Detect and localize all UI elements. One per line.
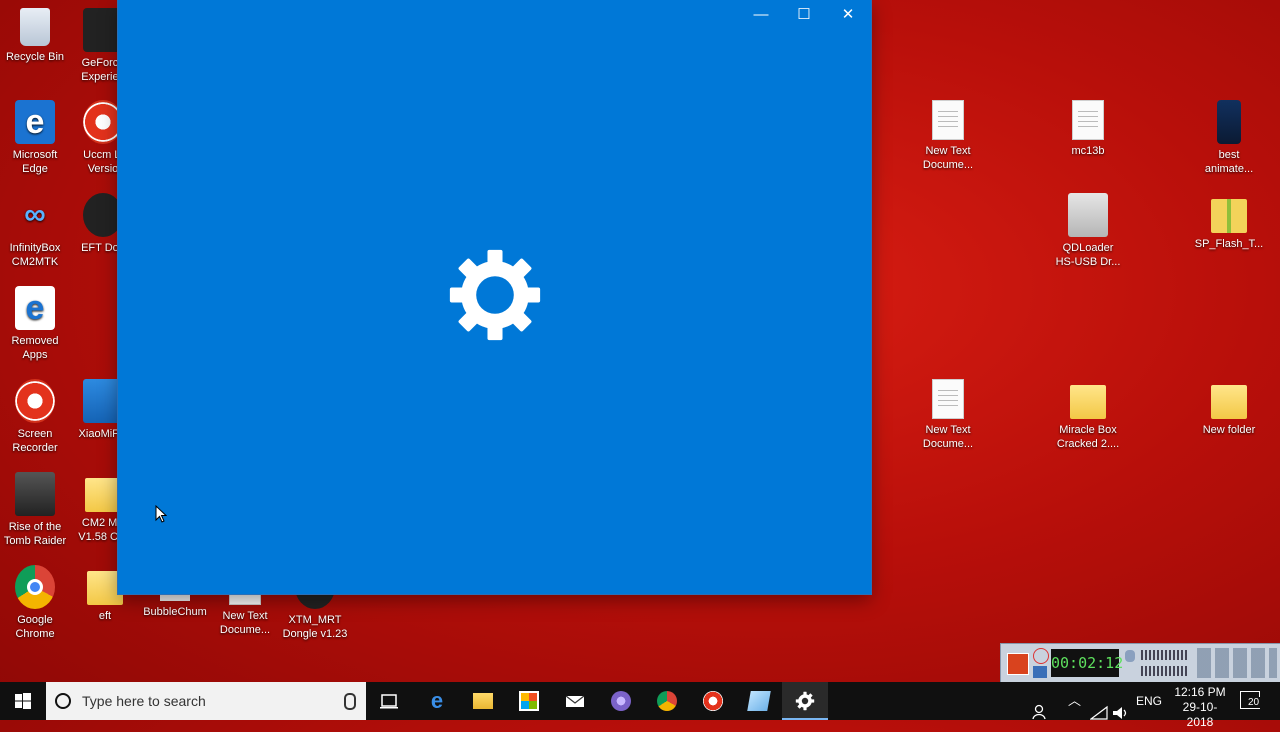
- recorder-icon: [703, 691, 723, 711]
- volume-icon[interactable]: [1112, 694, 1130, 732]
- windows-logo-icon: [15, 693, 31, 709]
- phone-image-icon: [1217, 100, 1241, 144]
- search-placeholder: Type here to search: [82, 693, 206, 709]
- task-view-button[interactable]: [366, 682, 412, 720]
- folder-icon: [1211, 385, 1247, 419]
- microphone-icon[interactable]: [344, 693, 356, 710]
- chrome-icon: [15, 565, 55, 609]
- taskbar-chrome[interactable]: [644, 682, 690, 720]
- desktop-icon-removed-apps[interactable]: e Removed Apps: [0, 286, 70, 362]
- text-document-icon: [932, 100, 964, 140]
- folder-icon: [1070, 385, 1106, 419]
- desktop-icon-best-animate[interactable]: best animate...: [1194, 100, 1264, 176]
- xiaomi-flash-icon: [83, 379, 123, 423]
- microphone-level-icon: [1125, 650, 1135, 662]
- infinitybox-icon: ∞: [24, 198, 46, 231]
- text-document-icon: [1072, 100, 1104, 140]
- taskbar-screen-recorder[interactable]: [690, 682, 736, 720]
- torrent-icon: [611, 691, 631, 711]
- clock[interactable]: 12:16 PM 29-10-2018: [1170, 685, 1230, 730]
- task-view-icon: [380, 694, 398, 709]
- edge-shortcut-icon: e: [15, 286, 55, 330]
- notepad-icon: [747, 691, 771, 711]
- taskbar-torrent[interactable]: [598, 682, 644, 720]
- chrome-icon: [657, 691, 677, 711]
- desktop-icon-recycle-bin[interactable]: Recycle Bin: [0, 8, 70, 64]
- desktop-icon-new-folder[interactable]: New folder: [1194, 379, 1264, 437]
- recorder-icon: [15, 379, 55, 423]
- minimize-button[interactable]: —: [739, 0, 783, 30]
- people-icon[interactable]: [1032, 693, 1050, 731]
- setup-icon: [1068, 193, 1108, 237]
- stop-recording-button[interactable]: [1007, 653, 1029, 675]
- taskbar: Type here to search e ︿ ENG 12:16 PM 29-…: [0, 682, 1280, 729]
- eft-dongle-icon: [83, 193, 123, 237]
- clock-time: 12:16 PM: [1174, 685, 1226, 699]
- taskbar-search-box[interactable]: Type here to search: [46, 682, 366, 720]
- chevron-up-icon[interactable]: ︿: [1068, 682, 1081, 720]
- recording-time: 00:02:12: [1051, 649, 1123, 677]
- uccm-icon: [83, 100, 123, 144]
- desktop-icon-microsoft-edge[interactable]: e Microsoft Edge: [0, 100, 70, 176]
- edge-icon: e: [430, 688, 444, 713]
- mouse-cursor-icon: [155, 505, 167, 523]
- folder-icon: [85, 478, 121, 512]
- edge-icon: e: [15, 100, 55, 144]
- desktop-icon-mc13b[interactable]: mc13b: [1053, 100, 1123, 158]
- audio-level-meter: [1141, 666, 1189, 676]
- desktop-icon-infinitybox[interactable]: ∞ InfinityBox CM2MTK: [0, 193, 70, 269]
- store-icon: [519, 691, 539, 711]
- start-button[interactable]: [0, 682, 46, 720]
- recycle-bin-icon: [20, 8, 50, 46]
- gear-icon: [449, 249, 541, 341]
- mail-icon: [565, 695, 585, 707]
- timer-icon: [1033, 648, 1049, 664]
- network-icon[interactable]: [1090, 694, 1108, 732]
- taskbar-edge[interactable]: e: [414, 682, 460, 720]
- desktop-icon-miracle-box[interactable]: Miracle Box Cracked 2....: [1053, 379, 1123, 451]
- text-document-icon: [932, 379, 964, 419]
- taskbar-settings[interactable]: [782, 682, 828, 720]
- cortana-icon: [55, 693, 71, 709]
- desktop-icon-tomb-raider[interactable]: Rise of the Tomb Raider: [0, 472, 70, 548]
- taskbar-mail[interactable]: [552, 682, 598, 720]
- clock-date: 29-10-2018: [1182, 700, 1218, 729]
- desktop-icon-qdloader[interactable]: QDLoader HS-USB Dr...: [1053, 193, 1123, 269]
- desktop-icon-sp-flash[interactable]: SP_Flash_T...: [1194, 193, 1264, 251]
- pause-button[interactable]: [1033, 666, 1047, 678]
- file-explorer-icon: [473, 693, 493, 709]
- taskbar-notepad[interactable]: [736, 682, 782, 720]
- desktop-icon-new-text-doc-1[interactable]: New Text Docume...: [913, 100, 983, 172]
- notification-count: 20: [1247, 697, 1261, 708]
- language-indicator[interactable]: ENG: [1136, 682, 1162, 720]
- close-button[interactable]: ✕: [826, 0, 870, 30]
- screen-recorder-toolbar[interactable]: 00:02:12: [1000, 643, 1280, 683]
- desktop-icon-new-text-doc-2[interactable]: New Text Docume...: [913, 379, 983, 451]
- settings-icon: [795, 691, 815, 711]
- geforce-icon: [83, 8, 123, 52]
- taskbar-store[interactable]: [506, 682, 552, 720]
- desktop-icon-screen-recorder[interactable]: Screen Recorder: [0, 379, 70, 455]
- taskbar-file-explorer[interactable]: [460, 682, 506, 720]
- desktop-icon-google-chrome[interactable]: Google Chrome: [0, 565, 70, 641]
- settings-window[interactable]: — ☐ ✕: [118, 0, 871, 594]
- game-icon: [15, 472, 55, 516]
- maximize-button[interactable]: ☐: [782, 0, 826, 30]
- audio-level-meter: [1141, 650, 1189, 660]
- recorder-tool-buttons[interactable]: [1197, 648, 1277, 678]
- zip-folder-icon: [1211, 199, 1247, 233]
